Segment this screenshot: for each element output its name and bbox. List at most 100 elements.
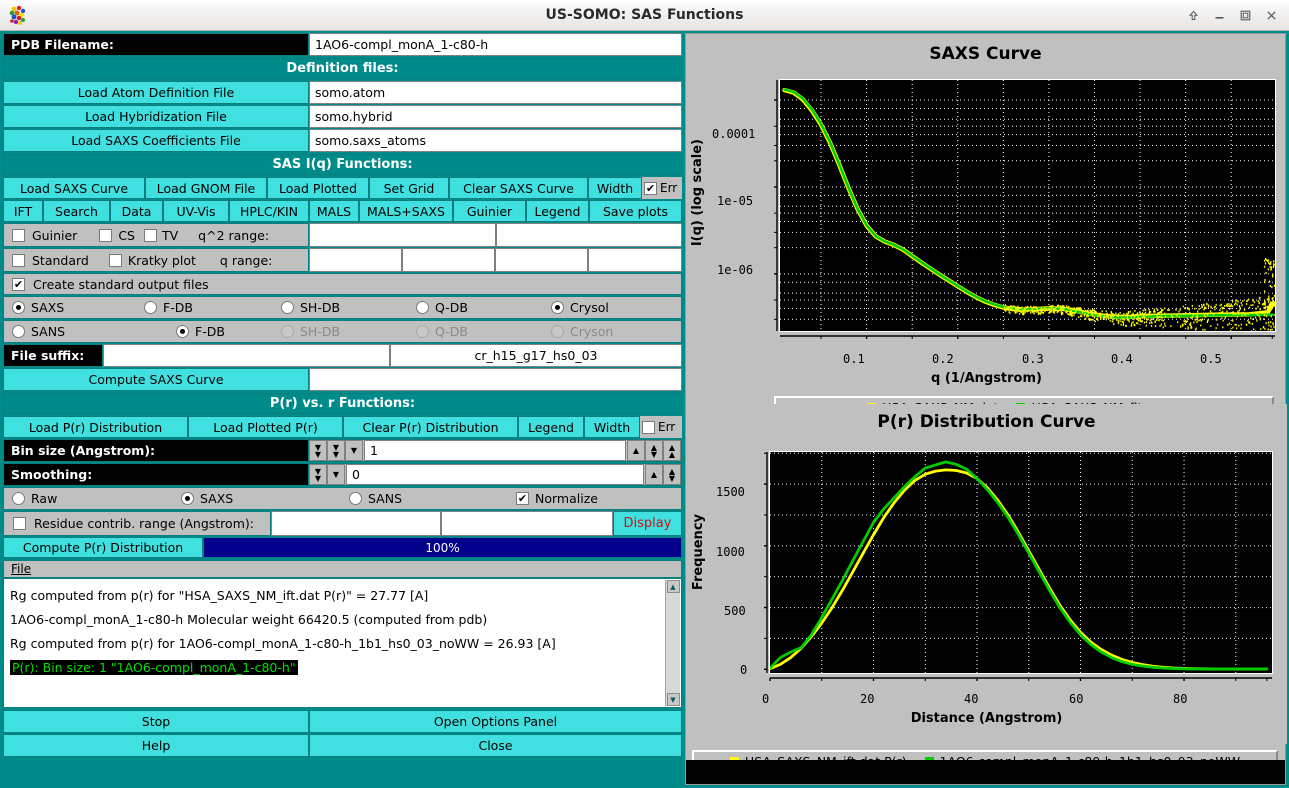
radio-pr-raw[interactable] [12, 492, 25, 505]
ift-button[interactable]: IFT [3, 200, 43, 222]
saxs-coefficients-file-input[interactable]: somo.saxs_atoms [309, 129, 682, 152]
compute-saxs-row: Compute SAXS Curve [3, 368, 682, 391]
search-button[interactable]: Search [43, 200, 110, 222]
help-button[interactable]: Help [3, 734, 309, 757]
radio-pr-sans[interactable] [349, 492, 362, 505]
pdb-filename-row: PDB Filename: 1AO6-compl_monA_1-c80-h [3, 33, 682, 56]
residue-range-min-input[interactable] [271, 511, 441, 536]
width-button[interactable]: Width [588, 177, 642, 199]
hybridization-file-input[interactable]: somo.hybrid [309, 105, 682, 128]
guinier-checkbox-group: Guinier CS TV q^2 range: [3, 223, 309, 247]
close-button-main[interactable]: Close [309, 734, 682, 757]
load-saxs-curve-button[interactable]: Load SAXS Curve [3, 177, 145, 199]
maximize-button[interactable] [1233, 5, 1257, 27]
set-grid-button[interactable]: Set Grid [369, 177, 449, 199]
radio-sans[interactable] [12, 325, 25, 338]
smoothing-decrement-large-icon[interactable]: ▼ ▼ [309, 464, 327, 485]
normalize-checkbox[interactable] [516, 492, 529, 505]
bin-size-decrement-medium-icon[interactable]: ▼ ▼ [327, 440, 345, 461]
residue-range-max-input[interactable] [441, 511, 613, 536]
pr-legend-button[interactable]: Legend [518, 416, 584, 438]
err-label: Err [660, 181, 677, 195]
pr-width-button[interactable]: Width [584, 416, 640, 438]
create-standard-output-checkbox[interactable] [12, 278, 25, 291]
guinier-button[interactable]: Guinier [453, 200, 526, 222]
bin-size-decrement-small-icon[interactable]: ▼ [345, 440, 363, 461]
status-black-bar [686, 760, 1285, 784]
compute-saxs-curve-button[interactable]: Compute SAXS Curve [3, 368, 309, 391]
guinier-checkbox[interactable] [12, 229, 25, 242]
radio-saxs[interactable] [12, 301, 25, 314]
q2-range-max-input[interactable] [496, 223, 682, 247]
load-plotted-pr-button[interactable]: Load Plotted P(r) [188, 416, 343, 438]
bin-size-input[interactable]: 1 [364, 440, 626, 461]
stop-button[interactable]: Stop [3, 710, 309, 733]
bin-size-increment-large-icon[interactable]: ▲ ▲ [663, 440, 681, 461]
guinier-checkbox-label: Guinier [32, 228, 77, 243]
minimize-button[interactable] [1207, 5, 1231, 27]
smoothing-decrement-small-icon[interactable]: ▼ [327, 464, 345, 485]
radio-pr-sans-label: SANS [368, 491, 402, 506]
smoothing-increment-large-icon[interactable]: ▲ ▼ [663, 464, 681, 485]
q-range-field-1[interactable] [309, 248, 402, 272]
kratky-plot-checkbox[interactable] [109, 254, 122, 267]
file-suffix-input[interactable] [103, 344, 390, 367]
log-menu-bar[interactable]: File [3, 560, 682, 578]
bin-size-increment-small-icon[interactable]: ▲ [627, 440, 645, 461]
radio-sans-fdb[interactable] [176, 325, 189, 338]
create-standard-output-row[interactable]: Create standard output files [3, 273, 682, 295]
legend-button[interactable]: Legend [526, 200, 589, 222]
atom-definition-file-input[interactable]: somo.atom [309, 81, 682, 104]
radio-pr-saxs[interactable] [181, 492, 194, 505]
bin-size-decrement-large-icon[interactable]: ▼ ▼ [309, 440, 327, 461]
close-button[interactable] [1259, 5, 1283, 27]
clear-saxs-curve-button[interactable]: Clear SAXS Curve [449, 177, 588, 199]
data-button[interactable]: Data [110, 200, 163, 222]
radio-saxs-shdb[interactable] [281, 301, 294, 314]
bin-size-increment-medium-icon[interactable]: ▲ ▼ [645, 440, 663, 461]
q-range-field-2[interactable] [402, 248, 495, 272]
pr-xtick-3: 60 [1069, 692, 1083, 706]
load-gnom-file-button[interactable]: Load GNOM File [145, 177, 267, 199]
pr-ytick-3: 1500 [716, 485, 745, 499]
restore-up-button[interactable] [1181, 5, 1205, 27]
q2-range-min-input[interactable] [309, 223, 496, 247]
load-hybridization-file-button[interactable]: Load Hybridization File [3, 105, 309, 128]
file-menu-item[interactable]: File [11, 562, 31, 576]
load-plotted-button[interactable]: Load Plotted [267, 177, 369, 199]
standard-checkbox[interactable] [12, 254, 25, 267]
save-plots-button[interactable]: Save plots [589, 200, 682, 222]
load-pr-distribution-button[interactable]: Load P(r) Distribution [3, 416, 188, 438]
radio-saxs-fdb[interactable] [144, 301, 157, 314]
scroll-up-icon[interactable]: ▲ [667, 580, 680, 593]
err-checkbox[interactable] [644, 182, 657, 195]
radio-saxs-qdb[interactable] [416, 301, 429, 314]
clear-pr-distribution-button[interactable]: Clear P(r) Distribution [343, 416, 518, 438]
pr-err-checkbox[interactable] [642, 421, 655, 434]
load-saxs-coefficients-file-button[interactable]: Load SAXS Coefficients File [3, 129, 309, 152]
uv-vis-button[interactable]: UV-Vis [163, 200, 229, 222]
pdb-filename-input[interactable]: 1AO6-compl_monA_1-c80-h [309, 33, 682, 56]
scroll-down-icon[interactable]: ▼ [667, 693, 680, 706]
load-atom-definition-file-button[interactable]: Load Atom Definition File [3, 81, 309, 104]
residue-contrib-checkbox[interactable] [13, 517, 26, 530]
q-range-field-4[interactable] [588, 248, 682, 272]
cs-checkbox[interactable] [99, 229, 112, 242]
mals-saxs-button[interactable]: MALS+SAXS [359, 200, 453, 222]
err-checkbox-group: Err [642, 177, 682, 199]
pdb-filename-label: PDB Filename: [3, 33, 309, 56]
display-button[interactable]: Display [613, 511, 682, 536]
compute-pr-distribution-button[interactable]: Compute P(r) Distribution [3, 537, 203, 558]
log-output-area[interactable]: Rg computed from p(r) for "HSA_SAXS_NM_i… [3, 578, 682, 708]
tv-checkbox[interactable] [144, 229, 157, 242]
standard-checkbox-label: Standard [32, 253, 89, 268]
hplc-kin-button[interactable]: HPLC/KIN [229, 200, 309, 222]
smoothing-increment-small-icon[interactable]: ▲ [645, 464, 663, 485]
q-range-field-3[interactable] [495, 248, 588, 272]
radio-crysol[interactable] [551, 301, 564, 314]
open-options-panel-button[interactable]: Open Options Panel [309, 710, 682, 733]
mals-button[interactable]: MALS [309, 200, 359, 222]
bottom-button-row-1: Stop Open Options Panel [3, 710, 682, 733]
log-scrollbar[interactable]: ▲ ▼ [665, 580, 680, 706]
smoothing-input[interactable]: 0 [346, 464, 644, 485]
